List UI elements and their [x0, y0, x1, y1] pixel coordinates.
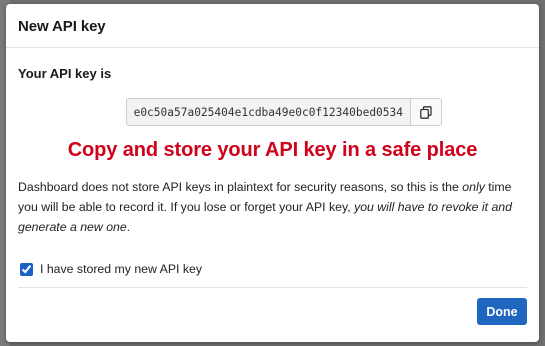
copy-icon [420, 105, 432, 119]
security-description: Dashboard does not store API keys in pla… [18, 177, 527, 237]
new-api-key-dialog: New API key Your API key is e0c50a57a025… [6, 4, 539, 342]
done-button[interactable]: Done [477, 298, 527, 325]
stored-key-checkbox[interactable] [20, 262, 33, 276]
confirm-row: I have stored my new API key [18, 260, 527, 278]
dialog-title: New API key [18, 18, 106, 35]
description-emphasis-only: only [462, 180, 485, 194]
dialog-footer: Done [6, 288, 539, 336]
api-key-value[interactable]: e0c50a57a025404e1cdba49e0c0f12340bed0534 [125, 98, 410, 126]
description-text-3: . [126, 220, 131, 234]
warning-message: Copy and store your API key in a safe pl… [67, 139, 478, 161]
dialog-header: New API key [6, 4, 539, 48]
description-text-1: Dashboard does not store API keys in pla… [18, 180, 463, 194]
api-key-row: e0c50a57a025404e1cdba49e0c0f12340bed0534 [18, 98, 527, 126]
stored-key-checkbox-label[interactable]: I have stored my new API key [40, 262, 202, 276]
api-key-label: Your API key is [18, 66, 112, 81]
dialog-body: Your API key is e0c50a57a025404e1cdba49e… [6, 66, 539, 288]
copy-button[interactable] [410, 98, 442, 126]
